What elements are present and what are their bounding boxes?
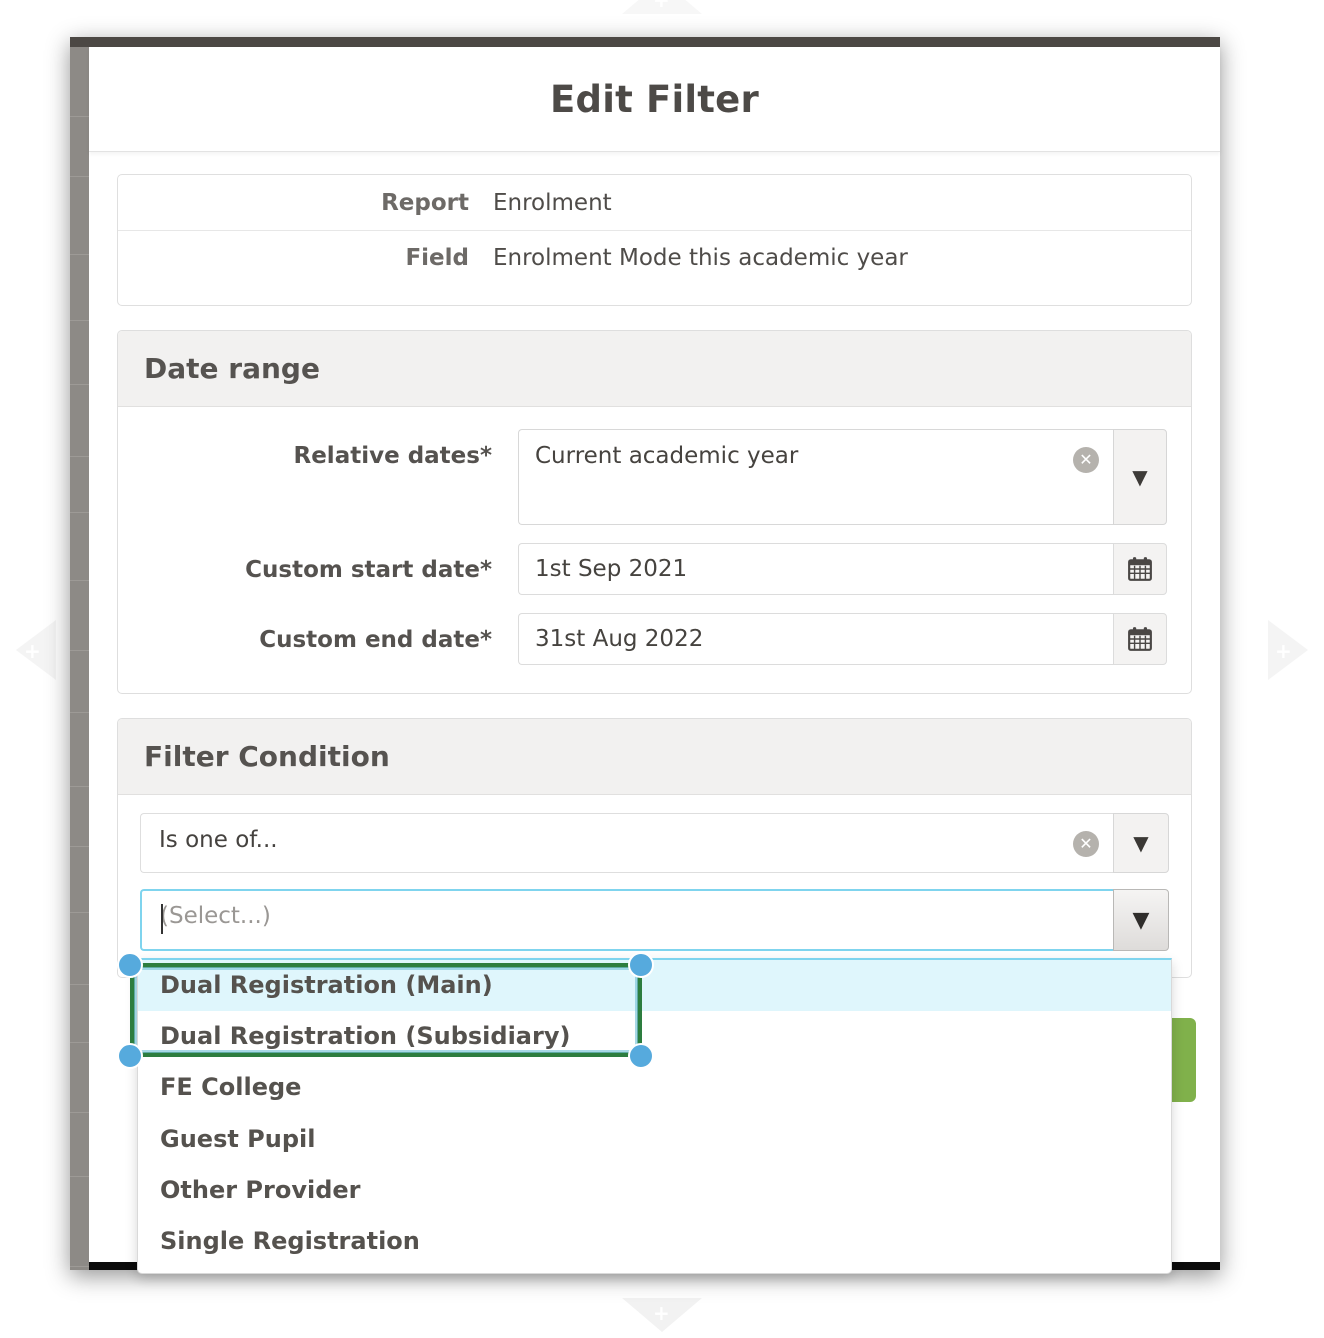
chevron-down-icon[interactable]: ▼ bbox=[1113, 429, 1167, 525]
operator-value: Is one of... bbox=[159, 827, 278, 853]
scroll-left-arrow[interactable]: + bbox=[16, 620, 56, 680]
custom-end-date-row: Custom end date* 31st Aug 2022 bbox=[118, 613, 1167, 665]
selection-handle-top-right[interactable] bbox=[628, 952, 654, 978]
value-select-placeholder: (Select...) bbox=[160, 903, 271, 929]
plus-icon: + bbox=[24, 641, 41, 661]
field-label: Field bbox=[118, 245, 493, 271]
relative-dates-input[interactable]: Current academic year ✕ bbox=[518, 429, 1113, 525]
plus-icon: + bbox=[653, 0, 670, 10]
relative-dates-row: Relative dates* Current academic year ✕ … bbox=[118, 429, 1167, 525]
custom-start-date-control[interactable]: 1st Sep 2021 bbox=[518, 543, 1167, 595]
date-range-header: Date range bbox=[118, 331, 1191, 407]
page-title: Edit Filter bbox=[550, 78, 759, 121]
clear-circle-icon[interactable]: ✕ bbox=[1073, 447, 1099, 473]
plus-icon: + bbox=[1275, 641, 1292, 661]
plus-icon: + bbox=[653, 1303, 670, 1323]
dropdown-option-single-registration[interactable]: Single Registration bbox=[138, 1216, 1171, 1267]
custom-start-date-label: Custom start date* bbox=[118, 543, 518, 583]
field-row: Field Enrolment Mode this academic year bbox=[118, 231, 1191, 305]
screenshot-root: + + + + Edit Filter bbox=[0, 0, 1324, 1338]
filter-condition-header: Filter Condition bbox=[118, 719, 1191, 795]
modal-header: Edit Filter bbox=[89, 47, 1220, 152]
dropdown-option-dual-registration-main[interactable]: Dual Registration (Main) bbox=[138, 960, 1171, 1011]
dropdown-option-fe-college[interactable]: FE College bbox=[138, 1062, 1171, 1113]
dropdown-option-guest-pupil[interactable]: Guest Pupil bbox=[138, 1114, 1171, 1165]
relative-dates-control[interactable]: Current academic year ✕ ▼ bbox=[518, 429, 1167, 525]
value-select-dropdown[interactable]: Dual Registration (Main) Dual Registrati… bbox=[137, 958, 1172, 1274]
calendar-icon[interactable] bbox=[1113, 543, 1167, 595]
scroll-up-arrow[interactable]: + bbox=[622, 0, 702, 14]
dropdown-option-dual-registration-subsidiary[interactable]: Dual Registration (Subsidiary) bbox=[138, 1011, 1171, 1062]
chevron-down-icon[interactable]: ▼ bbox=[1113, 889, 1169, 951]
scroll-down-arrow[interactable]: + bbox=[622, 1298, 702, 1332]
window-title-bar bbox=[70, 37, 1220, 47]
value-select-control[interactable]: (Select...) ▼ bbox=[140, 889, 1169, 951]
field-value: Enrolment Mode this academic year bbox=[493, 245, 908, 271]
selection-handle-bottom-left[interactable] bbox=[117, 1043, 143, 1069]
scroll-right-arrow[interactable]: + bbox=[1268, 620, 1308, 680]
modal-body: Report Enrolment Field Enrolment Mode th… bbox=[89, 152, 1220, 978]
custom-start-date-row: Custom start date* 1st Sep 2021 bbox=[118, 543, 1167, 595]
filter-summary-panel: Report Enrolment Field Enrolment Mode th… bbox=[117, 174, 1192, 306]
text-caret bbox=[161, 904, 163, 934]
selection-handle-top-left[interactable] bbox=[117, 952, 143, 978]
date-range-title: Date range bbox=[144, 352, 1165, 385]
custom-end-date-input[interactable]: 31st Aug 2022 bbox=[518, 613, 1113, 665]
chevron-down-icon[interactable]: ▼ bbox=[1113, 813, 1169, 873]
operator-input[interactable]: Is one of... ✕ bbox=[140, 813, 1113, 873]
relative-dates-label: Relative dates* bbox=[118, 429, 518, 469]
filter-condition-section: Filter Condition Is one of... ✕ ▼ (Sele bbox=[117, 718, 1192, 978]
date-range-body: Relative dates* Current academic year ✕ … bbox=[118, 407, 1191, 693]
value-select-input[interactable]: (Select...) bbox=[140, 889, 1113, 951]
relative-dates-value: Current academic year bbox=[535, 443, 798, 469]
clear-circle-icon[interactable]: ✕ bbox=[1073, 831, 1099, 857]
background-page-strip bbox=[70, 47, 89, 1270]
report-value: Enrolment bbox=[493, 190, 612, 216]
filter-condition-body: Is one of... ✕ ▼ (Select...) ▼ bbox=[118, 795, 1191, 977]
custom-end-date-control[interactable]: 31st Aug 2022 bbox=[518, 613, 1167, 665]
date-range-section: Date range Relative dates* Current acade… bbox=[117, 330, 1192, 694]
dropdown-option-other-provider[interactable]: Other Provider bbox=[138, 1165, 1171, 1216]
custom-end-date-label: Custom end date* bbox=[118, 613, 518, 653]
operator-control[interactable]: Is one of... ✕ ▼ bbox=[140, 813, 1169, 873]
selection-handle-bottom-right[interactable] bbox=[628, 1043, 654, 1069]
report-label: Report bbox=[118, 190, 493, 216]
calendar-icon[interactable] bbox=[1113, 613, 1167, 665]
filter-condition-title: Filter Condition bbox=[144, 740, 1165, 773]
custom-start-date-input[interactable]: 1st Sep 2021 bbox=[518, 543, 1113, 595]
report-row: Report Enrolment bbox=[118, 175, 1191, 231]
